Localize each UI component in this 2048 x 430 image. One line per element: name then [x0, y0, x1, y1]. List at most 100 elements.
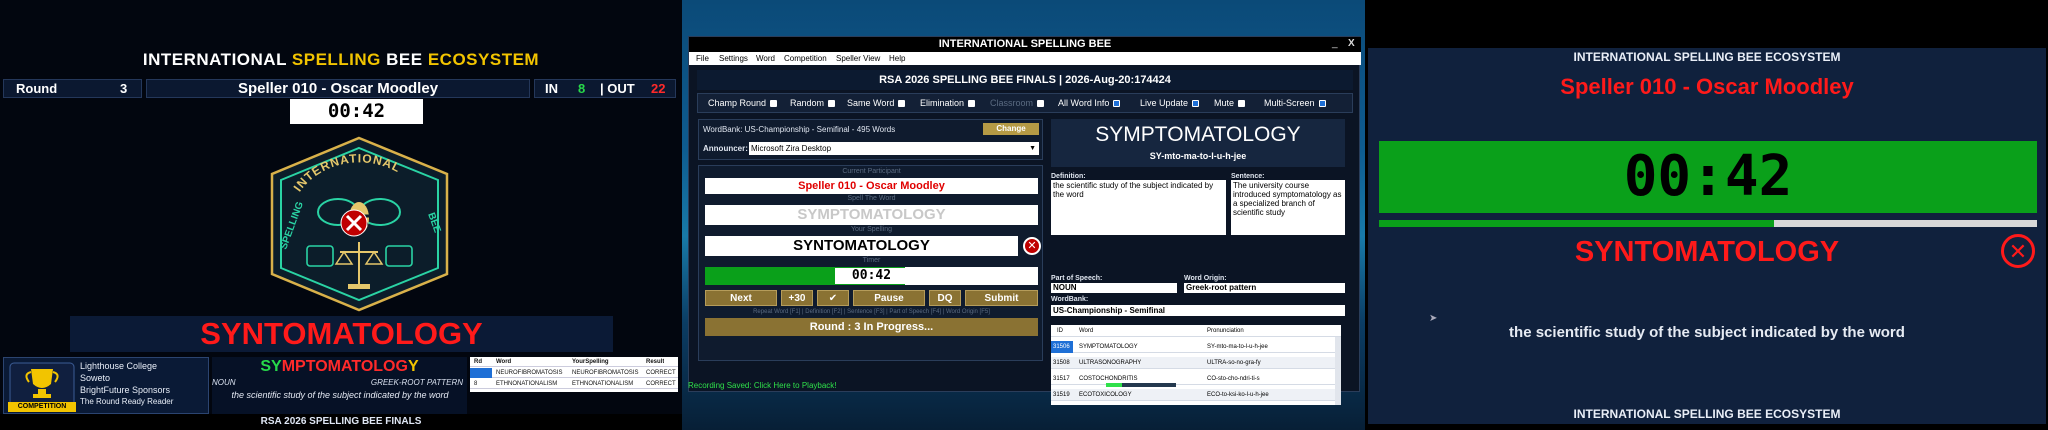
sponsor-line: Lighthouse College	[80, 361, 158, 371]
table-header: ID Word Pronunciation	[1051, 325, 1341, 337]
current-participant-field: Speller 010 - Oscar Moodley	[705, 178, 1038, 194]
timer-display: 00:42	[290, 99, 423, 124]
option-elimination[interactable]: Elimination	[920, 94, 976, 112]
spell-word-field: SYMPTOMATOLOGY	[705, 205, 1038, 225]
word-definition: the scientific study of the subject indi…	[231, 390, 449, 400]
mouse-cursor-icon: ➤	[1429, 313, 1438, 324]
wrong-x-icon: ✕	[1023, 237, 1041, 255]
menu-competition[interactable]: Competition	[784, 52, 827, 65]
speller-display-inner: INTERNATIONAL SPELLING BEE ECOSYSTEM Spe…	[1368, 48, 2046, 424]
table-header: Rd Word YourSpelling Result	[470, 357, 678, 367]
in-out-counter: IN 8 | OUT 22	[534, 79, 676, 98]
wordbank-box: WordBank: US-Championship - Semifinal - …	[698, 119, 1043, 160]
minimize-button[interactable]: _	[1332, 38, 1338, 49]
wrong-answer-x-icon	[340, 210, 370, 240]
word-definition: the scientific study of the subject indi…	[1509, 324, 1905, 341]
table-row[interactable]: 31506 SYMPTOMATOLOGY SY-mto-ma-to-l-u-h-…	[1051, 341, 1341, 353]
speller-box: Current Participant Speller 010 - Oscar …	[698, 165, 1043, 361]
check-button[interactable]: ✔	[817, 290, 849, 306]
definition-textarea[interactable]: the scientific study of the subject indi…	[1051, 180, 1226, 235]
speller-name: Speller 010 - Oscar Moodley	[1560, 74, 1854, 99]
change-wordbank-button[interactable]: Change	[983, 123, 1039, 135]
spelled-word: SYNTOMATOLOGY	[1574, 236, 1840, 268]
checkbox-icon	[968, 100, 976, 108]
option-multi-screen[interactable]: Multi-Screen	[1264, 94, 1326, 112]
round-status: Round : 3 In Progress...	[705, 318, 1038, 336]
window-title: INTERNATIONAL SPELLING BEE	[689, 37, 1361, 52]
part-of-speech: NOUN	[212, 378, 236, 387]
wordbank-field[interactable]: US-Championship - Semifinal	[1051, 305, 1345, 316]
table-row[interactable]: 31508 ULTRASONOGRAPHY ULTRA-so-no-gra-fy	[1051, 357, 1341, 369]
next-button[interactable]: Next	[705, 290, 777, 306]
option-all-word-info[interactable]: All Word Info	[1058, 94, 1121, 112]
speller-name: Speller 010 - Oscar Moodley	[146, 79, 530, 98]
history-table: Rd Word YourSpelling Result NEUROFIBROMA…	[470, 357, 678, 392]
submit-button[interactable]: Submit	[965, 290, 1038, 306]
pause-button[interactable]: Pause	[853, 290, 925, 306]
option-classroom[interactable]: Classroom	[990, 94, 1045, 112]
timer-progress-bar: 00:42	[705, 267, 1038, 285]
options-bar: Champ Round Random Same Word Elimination…	[697, 93, 1353, 113]
word-diff: SYMPTOMATOLOGY	[260, 358, 419, 375]
menu-settings[interactable]: Settings	[719, 52, 748, 65]
wrong-x-icon: ✕	[2001, 234, 2035, 268]
announcer-select[interactable]: Microsoft Zira Desktop ▼	[749, 142, 1039, 155]
checkbox-checked-icon	[1318, 100, 1326, 108]
add-30-button[interactable]: +30	[781, 290, 813, 306]
timer-value: 00:42	[835, 268, 908, 284]
sentence-textarea[interactable]: The university course introduced symptom…	[1231, 180, 1345, 235]
control-panel-desktop: INTERNATIONAL SPELLING BEE _ X File Sett…	[682, 0, 1365, 430]
menu-bar: File Settings Word Competition Speller V…	[689, 52, 1361, 65]
timer-progress-fill	[1379, 220, 1774, 227]
word-title: SYMPTOMATOLOGY	[1095, 123, 1301, 146]
pronunciation: SY-mto-ma-to-l-u-h-jee	[1149, 151, 1247, 161]
recording-status-link[interactable]: Recording Saved: Click Here to Playback!	[688, 381, 1360, 393]
table-row[interactable]: 8 ETHNONATIONALISM ETHNONATIONALISM CORR…	[470, 379, 678, 389]
word-info-pane: SYMPTOMATOLOGY SY-mto-ma-to-l-u-h-jee De…	[1051, 119, 1355, 407]
checkbox-icon	[828, 100, 836, 108]
word-origin-field[interactable]: Greek-root pattern	[1184, 283, 1345, 293]
checkbox-icon	[1037, 100, 1045, 108]
part-of-speech-field[interactable]: NOUN	[1051, 283, 1177, 293]
checkbox-icon	[1238, 100, 1246, 108]
timer-progress-bar	[1379, 220, 2037, 227]
spelled-word-display: SYNTOMATOLOGY	[70, 316, 613, 352]
option-same-word[interactable]: Same Word	[847, 94, 906, 112]
checkbox-checked-icon	[1113, 100, 1121, 108]
option-live-update[interactable]: Live Update	[1140, 94, 1200, 112]
table-row[interactable]: NEUROFIBROMATOSIS NEUROFIBROMATOSIS CORR…	[470, 368, 678, 378]
sponsor-line: Soweto	[80, 373, 111, 383]
menu-file[interactable]: File	[696, 52, 709, 65]
chevron-down-icon: ▼	[1029, 145, 1036, 152]
audience-display-panel: INTERNATIONAL SPELLING BEE ECOSYSTEM Rou…	[0, 0, 682, 430]
your-spelling-input[interactable]: SYNTOMATOLOGY	[705, 236, 1018, 256]
speller-display-panel: INTERNATIONAL SPELLING BEE ECOSYSTEM Spe…	[1365, 0, 2048, 430]
word-title-box: SYMPTOMATOLOGY SY-mto-ma-to-l-u-h-jee	[1051, 119, 1345, 167]
round-indicator: Round 3	[3, 79, 142, 98]
menu-help[interactable]: Help	[889, 52, 905, 65]
checkbox-checked-icon	[1192, 100, 1200, 108]
shortcut-hint: Repeat Word [F1] | Definition [F2] | Sen…	[753, 309, 990, 315]
word-table: ID Word Pronunciation 31506 SYMPTOMATOLO…	[1051, 325, 1341, 405]
option-mute[interactable]: Mute	[1214, 94, 1246, 112]
dq-button[interactable]: DQ	[929, 290, 961, 306]
ecosystem-footer: INTERNATIONAL SPELLING BEE ECOSYSTEM	[1368, 404, 2046, 424]
action-buttons: Next +30 ✔ Pause DQ Submit	[705, 290, 1038, 306]
word-diff-box: SYMPTOMATOLOGY NOUN GREEK-ROOT PATTERN t…	[212, 357, 467, 414]
option-champ-round[interactable]: Champ Round	[708, 94, 778, 112]
close-button[interactable]: X	[1348, 38, 1355, 49]
menu-speller-view[interactable]: Speller View	[836, 52, 880, 65]
playback-progress	[1106, 383, 1176, 387]
sponsor-card: COMPETITION Lighthouse College Soweto Br…	[3, 357, 209, 414]
table-scrollbar[interactable]	[1335, 337, 1341, 405]
menu-word[interactable]: Word	[756, 52, 775, 65]
checkbox-icon	[898, 100, 906, 108]
checkbox-icon	[770, 100, 778, 108]
ecosystem-header: INTERNATIONAL SPELLING BEE ECOSYSTEM	[1573, 50, 1841, 64]
sponsor-line: BrightFuture Sponsors	[80, 385, 171, 395]
spelling-bee-window: INTERNATIONAL SPELLING BEE _ X File Sett…	[688, 36, 1361, 405]
wordbank-info: WordBank: US-Championship - Semifinal - …	[703, 125, 896, 134]
session-header: RSA 2026 SPELLING BEE FINALS | 2026-Aug-…	[697, 70, 1353, 90]
competition-pane: WordBank: US-Championship - Semifinal - …	[698, 119, 1043, 407]
option-random[interactable]: Random	[790, 94, 836, 112]
